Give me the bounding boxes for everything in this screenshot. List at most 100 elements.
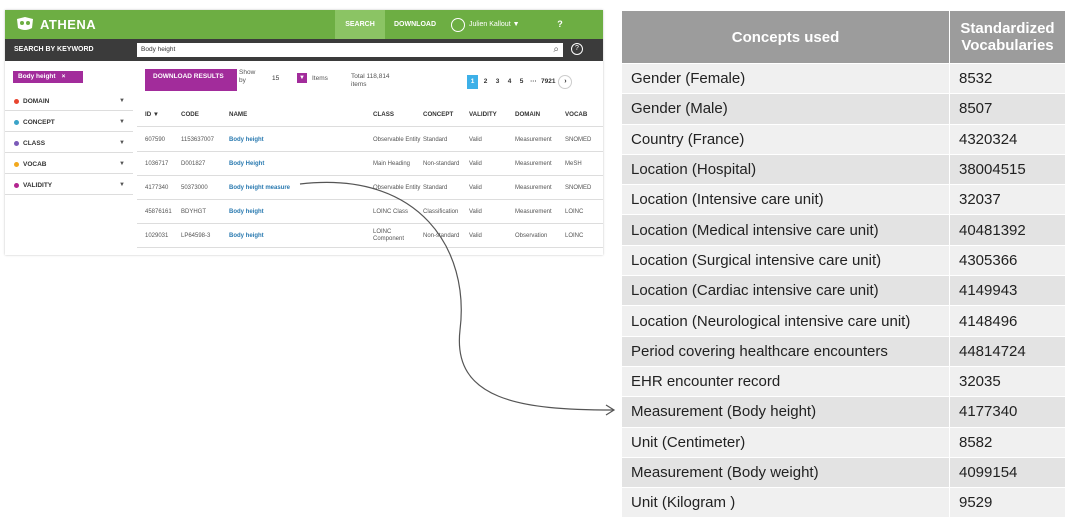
- vocab-id-cell: 8507: [949, 93, 1066, 125]
- chevron-down-icon[interactable]: ▼: [119, 176, 125, 195]
- table-cell: Main Heading: [373, 160, 411, 167]
- table-cell: Standard: [423, 136, 448, 143]
- page-2[interactable]: 2: [481, 75, 490, 89]
- table-row[interactable]: 45876161 BDYHGT Body height LOINC Class Clas…: [137, 200, 603, 224]
- nav-download[interactable]: DOWNLOAD: [387, 10, 443, 39]
- col-standardized-vocabularies: Standardized Vocabularies: [949, 10, 1066, 64]
- show-by-label: Show by: [239, 69, 256, 84]
- logo-text: ATHENA: [40, 16, 97, 32]
- table-cell: Valid: [469, 232, 482, 239]
- download-results-button[interactable]: DOWNLOAD RESULTS: [145, 69, 237, 91]
- concept-name-link[interactable]: Body height: [229, 200, 369, 224]
- pagination: 1 2 3 4 5 ··· 7921 ›: [467, 75, 573, 89]
- col-header-5[interactable]: VALIDITY: [469, 103, 497, 127]
- table-cell: MeSH: [565, 160, 582, 167]
- close-icon[interactable]: ×: [62, 73, 66, 80]
- vocab-row: Location (Medical intensive care unit) 40…: [621, 214, 1066, 246]
- col-header-7[interactable]: VOCAB: [565, 103, 587, 127]
- table-cell: Observation: [515, 232, 548, 239]
- athena-logo[interactable]: ATHENA: [15, 16, 96, 32]
- page-6[interactable]: ···: [529, 75, 538, 89]
- concept-cell: Period covering healthcare encounters: [621, 335, 950, 367]
- facet-label: CONCEPT: [23, 119, 55, 126]
- facet-vocab[interactable]: VOCAB ▼: [5, 155, 133, 174]
- vocab-row: EHR encounter record 32035: [621, 365, 1066, 398]
- page-4[interactable]: 4: [505, 75, 514, 89]
- facet-concept[interactable]: CONCEPT ▼: [5, 113, 133, 132]
- table-cell: SNOMED: [565, 184, 592, 191]
- chevron-down-icon[interactable]: ▼: [119, 134, 125, 153]
- table-cell: 50373000: [181, 184, 208, 191]
- vocab-row: Gender (Female) 8532: [621, 62, 1066, 95]
- search-help-icon[interactable]: ?: [571, 43, 583, 55]
- concept-cell: Location (Hospital): [621, 153, 950, 186]
- concept-cell: Unit (Kilogram ): [621, 487, 950, 518]
- page-7[interactable]: 7921: [541, 75, 555, 89]
- vocab-id-cell: 8532: [949, 62, 1066, 95]
- table-cell: LOINC Class: [373, 208, 409, 215]
- search-input[interactable]: Body height ⌕: [137, 43, 563, 57]
- col-header-2[interactable]: NAME: [229, 103, 247, 127]
- filter-chip[interactable]: Body height ×: [13, 71, 83, 83]
- concepts-vocabulary-table: Concepts used Standardized Vocabularies …: [621, 10, 1066, 518]
- concept-cell: Location (Surgical intensive care unit): [621, 244, 950, 277]
- col-header-6[interactable]: DOMAIN: [515, 103, 540, 127]
- table-cell: LP64598-3: [181, 232, 211, 239]
- table-row[interactable]: 4177340 50373000 Body height measure Observ…: [137, 176, 603, 200]
- table-row[interactable]: 1036717 D001827 Body Height Main Heading Non…: [137, 152, 603, 176]
- page-size-value[interactable]: 15: [272, 75, 279, 82]
- table-cell: D001827: [181, 160, 206, 167]
- vocab-id-cell: 9529: [949, 487, 1066, 518]
- concept-cell: Location (Medical intensive care unit): [621, 214, 950, 246]
- facet-domain[interactable]: DOMAIN ▼: [5, 92, 133, 111]
- table-cell: 1036717: [145, 160, 169, 167]
- vocab-row: Measurement (Body weight) 4099154: [621, 456, 1066, 489]
- user-avatar-icon: [451, 17, 465, 32]
- search-icon[interactable]: ⌕: [553, 44, 559, 56]
- concept-name-link[interactable]: Body height: [229, 128, 369, 152]
- concept-cell: Gender (Male): [621, 93, 950, 125]
- col-header-3[interactable]: CLASS: [373, 103, 394, 127]
- col-header-0[interactable]: ID ▼: [145, 103, 159, 127]
- table-cell: Valid: [469, 208, 482, 215]
- concept-name-link[interactable]: Body height measure: [229, 176, 369, 200]
- concept-cell: Measurement (Body weight): [621, 456, 950, 489]
- athena-owl-icon: [17, 17, 33, 30]
- table-row[interactable]: 1029031 LP64598-3 Body height LOINC Compone…: [137, 224, 603, 248]
- results-panel: DOWNLOAD RESULTS Show by 15 ▼ Items Tota…: [137, 61, 603, 255]
- table-cell: Valid: [469, 160, 482, 167]
- page-5[interactable]: 5: [517, 75, 526, 89]
- concept-cell: EHR encounter record: [621, 365, 950, 398]
- search-label: SEARCH BY KEYWORD: [14, 46, 94, 53]
- table-cell: 607590: [145, 136, 166, 143]
- col-header-4[interactable]: CONCEPT: [423, 103, 453, 127]
- page-1[interactable]: 1: [467, 75, 478, 89]
- table-cell: Measurement: [515, 184, 552, 191]
- page-3[interactable]: 3: [493, 75, 502, 89]
- table-cell: 1029031: [145, 232, 169, 239]
- vocab-row: Unit (Kilogram ) 9529: [621, 487, 1066, 518]
- chevron-down-icon[interactable]: ▼: [119, 155, 125, 174]
- concept-name-link[interactable]: Body Height: [229, 152, 369, 176]
- total-count: Total 118,814 items: [351, 73, 390, 88]
- vocab-id-cell: 40481392: [949, 214, 1066, 246]
- athena-app-screenshot: ATHENA SEARCH DOWNLOAD Julien Kallout ▼ …: [5, 10, 603, 255]
- vocab-row: Period covering healthcare encounters 448…: [621, 335, 1066, 367]
- table-cell: BDYHGT: [181, 208, 207, 215]
- facet-dot-icon: [14, 162, 19, 167]
- chevron-down-icon[interactable]: ▼: [119, 113, 125, 132]
- concept-name-link[interactable]: Body height: [229, 224, 369, 248]
- table-row[interactable]: 607590 1153637007 Body height Observable En…: [137, 128, 603, 152]
- facet-validity[interactable]: VALIDITY ▼: [5, 176, 133, 195]
- col-header-1[interactable]: CODE: [181, 103, 199, 127]
- chevron-down-icon[interactable]: ▼: [119, 92, 125, 111]
- vocab-id-cell: 38004515: [949, 153, 1066, 186]
- next-page-icon[interactable]: ›: [558, 75, 573, 89]
- nav-search[interactable]: SEARCH: [335, 10, 385, 39]
- top-bar: ATHENA SEARCH DOWNLOAD Julien Kallout ▼ …: [5, 10, 603, 39]
- user-menu[interactable]: Julien Kallout ▼: [451, 10, 547, 39]
- chevron-down-icon[interactable]: ▼: [297, 73, 307, 83]
- facet-class[interactable]: CLASS ▼: [5, 134, 133, 153]
- help-icon[interactable]: ?: [550, 10, 570, 39]
- concept-cell: Gender (Female): [621, 62, 950, 95]
